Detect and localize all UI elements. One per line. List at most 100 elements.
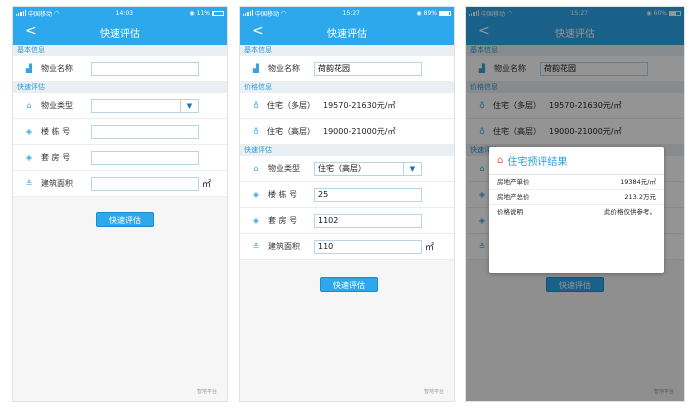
label-area: 建筑面积 xyxy=(41,179,73,188)
row-property-type: ⌂ 物业类型 住宅（高层） ▼ xyxy=(240,156,454,182)
property-type-select[interactable]: ▼ xyxy=(91,98,199,113)
area-input[interactable] xyxy=(91,176,199,191)
ruler-icon: ≛ xyxy=(25,179,33,188)
result-value: 19384元/㎡ xyxy=(620,178,656,186)
wifi-icon: ◠ xyxy=(280,9,287,17)
price-row-highrise: ♁ 住宅（高层） 19000-21000元/㎡ xyxy=(240,119,454,145)
result-row-unit-price: 房地产单价 19384元/㎡ xyxy=(489,175,664,190)
back-button[interactable]: < xyxy=(25,23,37,39)
result-row-note: 价格说明 此价格仅供参考。 xyxy=(489,205,664,220)
signal-icon xyxy=(16,10,26,16)
label-unit-no: 套 房 号 xyxy=(41,153,71,162)
signal-icon xyxy=(243,10,253,16)
row-property-name: ▟ 物业名称 荷韵花园 xyxy=(240,56,454,82)
nav-bar: < 快速评估 xyxy=(240,19,454,45)
row-unit-no: ◈ 套 房 号 1102 xyxy=(240,208,454,234)
back-button[interactable]: < xyxy=(252,23,264,39)
result-dialog: ⌂ 住宅预评结果 房地产单价 19384元/㎡ 房地产总价 213.2万元 价格… xyxy=(489,147,664,273)
price-row-multistorey: ♁ 住宅（多层） 19570-21630元/㎡ xyxy=(240,93,454,119)
section-header-quick: 快速评估 xyxy=(13,82,227,93)
result-label: 房地产总价 xyxy=(497,193,530,201)
building-icon: ▟ xyxy=(25,64,33,73)
area-input[interactable]: 110 xyxy=(314,239,422,254)
property-name-input[interactable]: 荷韵花园 xyxy=(314,61,422,76)
location-icon: ◉ xyxy=(416,9,422,17)
label-property-name: 物业名称 xyxy=(268,64,300,73)
page-title: 快速评估 xyxy=(327,28,367,40)
screen-empty-form: 中国移动 ◠ 14:03 ◉ 11% < 快速评估 基本信息 ▟ 物业名称 快速… xyxy=(12,6,228,402)
status-time: 15:27 xyxy=(342,9,360,17)
row-unit-no: ◈ 套 房 号 xyxy=(13,145,227,171)
carrier-name: 中国移动 xyxy=(254,10,279,18)
quick-evaluate-button[interactable]: 快速评估 xyxy=(320,277,378,292)
dropdown-arrow-icon[interactable]: ▼ xyxy=(180,99,198,112)
result-value: 213.2万元 xyxy=(624,193,656,201)
row-area: ≛ 建筑面积 ㎡ xyxy=(13,171,227,197)
ruler-icon: ≛ xyxy=(252,242,260,251)
price-type: 住宅（高层） xyxy=(267,127,315,136)
quick-evaluate-button[interactable]: 快速评估 xyxy=(96,212,154,227)
battery-percent: 89% xyxy=(423,9,437,17)
label-unit-no: 套 房 号 xyxy=(268,216,298,225)
row-area: ≛ 建筑面积 110 ㎡ xyxy=(240,234,454,260)
building-icon: ▟ xyxy=(252,64,260,73)
price-type: 住宅（多层） xyxy=(267,101,315,110)
result-label: 房地产单价 xyxy=(497,178,530,186)
carrier-name: 中国移动 xyxy=(27,10,52,18)
status-time: 14:03 xyxy=(115,9,133,17)
comparison-stage: 中国移动 ◠ 14:03 ◉ 11% < 快速评估 基本信息 ▟ 物业名称 快速… xyxy=(0,0,693,408)
label-property-name: 物业名称 xyxy=(41,64,73,73)
row-property-name: ▟ 物业名称 xyxy=(13,56,227,82)
tag-icon: ◈ xyxy=(252,190,260,199)
unit-no-input[interactable]: 1102 xyxy=(314,213,422,228)
label-building-no: 楼 栋 号 xyxy=(268,190,298,199)
area-unit: ㎡ xyxy=(425,243,435,253)
result-label: 价格说明 xyxy=(497,208,523,216)
section-header-quick: 快速评估 xyxy=(240,145,454,156)
row-property-type: ⌂ 物业类型 ▼ xyxy=(13,93,227,119)
result-value: 此价格仅供参考。 xyxy=(604,208,656,216)
price-tag-icon: ♁ xyxy=(253,127,259,136)
battery-icon xyxy=(212,10,224,16)
tag-icon: ◈ xyxy=(252,216,260,225)
result-row-total-price: 房地产总价 213.2万元 xyxy=(489,190,664,205)
house-icon: ⌂ xyxy=(497,155,504,166)
watermark: 智地平台 xyxy=(423,389,444,395)
property-name-input[interactable] xyxy=(91,61,199,76)
building-no-input[interactable]: 25 xyxy=(314,187,422,202)
section-header-price: 价格信息 xyxy=(240,82,454,93)
home-icon: ⌂ xyxy=(26,101,32,110)
location-icon: ◉ xyxy=(189,9,195,17)
label-property-type: 物业类型 xyxy=(268,164,300,173)
battery-percent: 11% xyxy=(196,9,210,17)
section-header-basic: 基本信息 xyxy=(13,45,227,56)
tag-icon: ◈ xyxy=(25,127,33,136)
price-tag-icon: ♁ xyxy=(253,101,259,110)
row-building-no: ◈ 楼 栋 号 25 xyxy=(240,182,454,208)
home-icon: ⌂ xyxy=(253,164,259,173)
nav-bar: < 快速评估 xyxy=(13,19,227,45)
label-area: 建筑面积 xyxy=(268,242,300,251)
area-unit: ㎡ xyxy=(202,180,212,190)
section-header-basic: 基本信息 xyxy=(240,45,454,56)
price-range: 19000-21000元/㎡ xyxy=(323,127,396,136)
screen-result-dialog: 中国移动 ◠ 15:27 ◉ 60% < 快速评估 基本信息 ▟ 物业名称 荷韵… xyxy=(465,6,685,402)
building-no-input[interactable] xyxy=(91,124,199,139)
page-title: 快速评估 xyxy=(100,28,140,40)
row-building-no: ◈ 楼 栋 号 xyxy=(13,119,227,145)
label-building-no: 楼 栋 号 xyxy=(41,127,71,136)
battery-icon xyxy=(439,10,451,16)
status-bar: 中国移动 ◠ 15:27 ◉ 89% xyxy=(240,7,454,19)
dropdown-arrow-icon[interactable]: ▼ xyxy=(403,162,421,175)
watermark: 智地平台 xyxy=(196,389,217,395)
property-type-select[interactable]: 住宅（高层） ▼ xyxy=(314,161,422,176)
status-bar: 中国移动 ◠ 14:03 ◉ 11% xyxy=(13,7,227,19)
price-range: 19570-21630元/㎡ xyxy=(323,101,396,110)
dialog-title: 住宅预评结果 xyxy=(507,157,568,168)
unit-no-input[interactable] xyxy=(91,150,199,165)
property-type-value: 住宅（高层） xyxy=(318,163,366,173)
screen-filled-form: 中国移动 ◠ 15:27 ◉ 89% < 快速评估 基本信息 ▟ 物业名称 荷韵… xyxy=(239,6,455,402)
tag-icon: ◈ xyxy=(25,153,33,162)
wifi-icon: ◠ xyxy=(53,9,60,17)
label-property-type: 物业类型 xyxy=(41,101,73,110)
